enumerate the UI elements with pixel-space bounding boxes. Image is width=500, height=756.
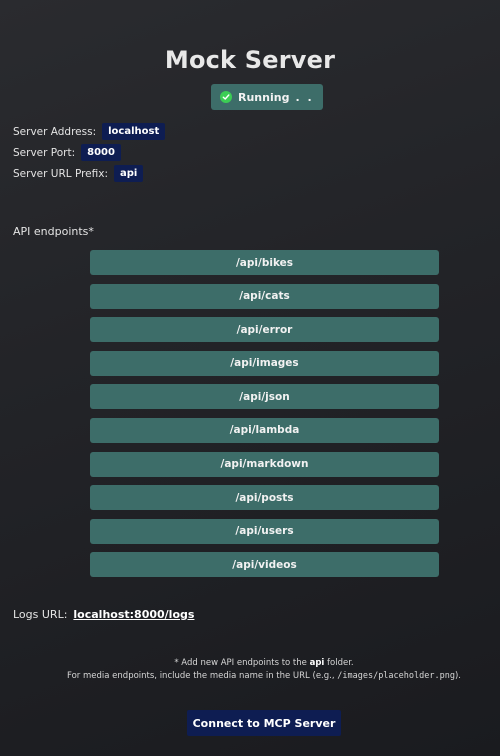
endpoint-button-error[interactable]: /api/error (90, 317, 439, 343)
media-note: For media endpoints, include the media n… (0, 671, 500, 681)
connect-mcp-button[interactable]: Connect to MCP Server (187, 710, 341, 736)
server-address-value: localhost (102, 123, 166, 140)
endpoint-note: * Add new API endpoints to the api folde… (0, 658, 500, 668)
note-text: ). (454, 671, 461, 681)
server-port-row: Server Port: 8000 (13, 144, 121, 161)
endpoint-button-videos[interactable]: /api/videos (90, 552, 439, 578)
note-example: /images/placeholder.png (337, 671, 455, 681)
server-prefix-value: api (114, 165, 144, 182)
logs-row: Logs URL: localhost:8000/logs (13, 608, 194, 621)
server-prefix-label: Server URL Prefix: (13, 167, 108, 180)
server-port-value: 8000 (81, 144, 121, 161)
endpoint-button-users[interactable]: /api/users (90, 518, 439, 544)
status-indicator: . . (295, 90, 314, 104)
server-address-label: Server Address: (13, 125, 97, 138)
server-address-row: Server Address: localhost (13, 123, 166, 140)
server-port-label: Server Port: (13, 146, 76, 159)
note-text: folder. (324, 658, 354, 668)
endpoint-button-bikes[interactable]: /api/bikes (90, 250, 439, 275)
endpoint-button-images[interactable]: /api/images (90, 350, 439, 376)
note-folder: api (309, 658, 325, 668)
endpoint-button-cats[interactable]: /api/cats (90, 283, 439, 309)
status-label: Running (238, 90, 290, 104)
server-prefix-row: Server URL Prefix: api (13, 165, 144, 182)
endpoint-button-posts[interactable]: /api/posts (90, 485, 439, 511)
endpoint-list: /api/bikes /api/cats /api/error /api/ima… (90, 250, 439, 586)
note-text: For media endpoints, include the media n… (67, 671, 338, 681)
endpoints-heading: API endpoints* (13, 225, 94, 238)
check-circle-icon (220, 91, 232, 103)
note-text: * Add new API endpoints to the (174, 658, 310, 668)
page-title: Mock Server (164, 46, 336, 74)
endpoint-button-markdown[interactable]: /api/markdown (90, 451, 439, 477)
endpoint-button-json[interactable]: /api/json (90, 384, 439, 410)
endpoint-button-lambda[interactable]: /api/lambda (90, 417, 439, 443)
logs-label: Logs URL: (13, 608, 68, 621)
status-badge: Running . . (211, 84, 323, 110)
logs-link[interactable]: localhost:8000/logs (73, 608, 194, 621)
